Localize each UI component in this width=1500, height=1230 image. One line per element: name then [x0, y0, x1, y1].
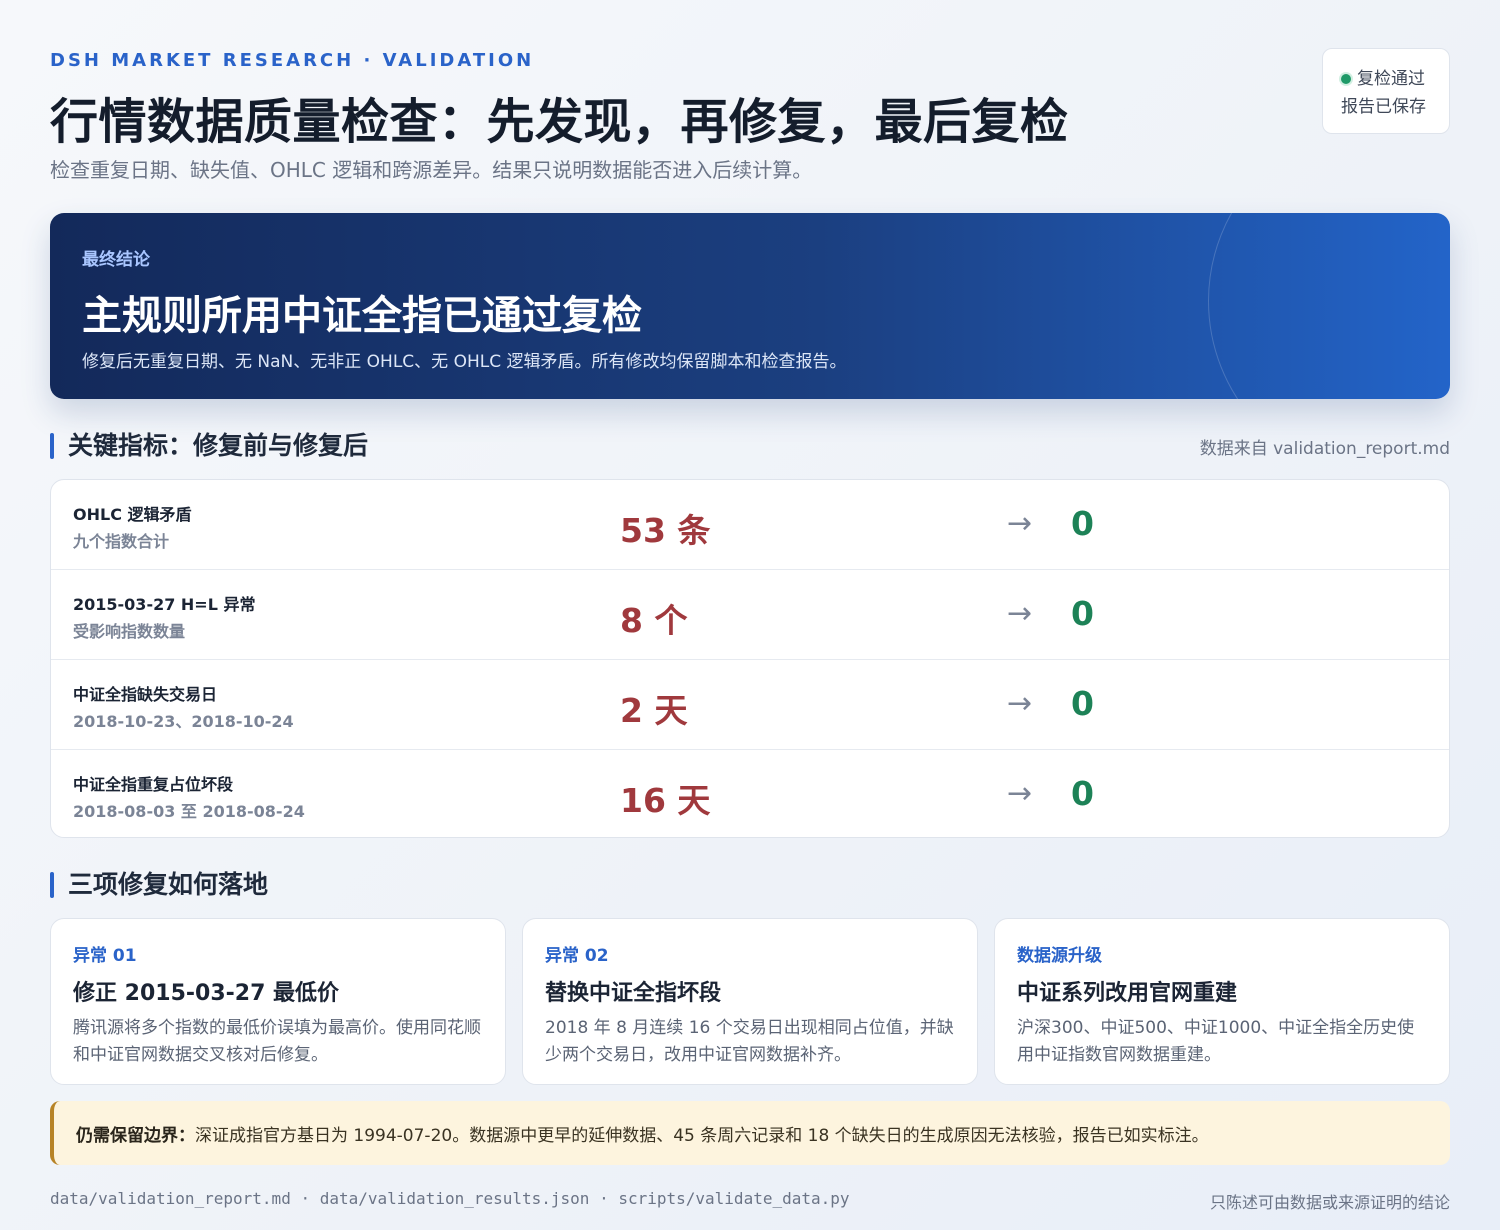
metric-row: OHLC 逻辑矛盾 九个指数合计 53 条 → 0 — [51, 480, 1449, 570]
status-dot-icon — [1341, 74, 1351, 84]
metric-after-value: 0 — [1071, 504, 1094, 543]
fix-tag: 数据源升级 — [1017, 946, 1102, 966]
validation-report-page: DSH MARKET RESEARCH · VALIDATION 行情数据质量检… — [50, 0, 1450, 1230]
status-saved-text: 报告已保存 — [1341, 97, 1426, 117]
metric-label: 中证全指缺失交易日 — [73, 685, 218, 704]
eyebrow: DSH MARKET RESEARCH · VALIDATION — [50, 50, 535, 71]
metric-row: 中证全指重复占位坏段 2018-08-03 至 2018-08-24 16 天 … — [51, 750, 1449, 837]
caution-callout: 仍需保留边界：深证成指官方基日为 1994-07-20。数据源中更早的延伸数据、… — [50, 1101, 1450, 1165]
fixes-heading: 三项修复如何落地 — [50, 870, 268, 900]
fix-card: 异常 01 修正 2015-03-27 最低价 腾讯源将多个指数的最低价误填为最… — [50, 918, 506, 1085]
fix-card: 数据源升级 中证系列改用官网重建 沪深300、中证500、中证1000、中证全指… — [994, 918, 1450, 1085]
metric-after-value: 0 — [1071, 774, 1094, 813]
caution-text: 深证成指官方基日为 1994-07-20。数据源中更早的延伸数据、45 条周六记… — [195, 1126, 1209, 1146]
fix-tag: 异常 02 — [545, 946, 609, 966]
fix-description: 腾讯源将多个指数的最低价误填为最高价。使用同花顺和中证官网数据交叉核对后修复。 — [73, 1018, 481, 1065]
fix-title: 中证系列改用官网重建 — [1017, 981, 1238, 1006]
status-line-passed: 复检通过 — [1341, 65, 1449, 93]
metric-row: 2015-03-27 H=L 异常 受影响指数数量 8 个 → 0 — [51, 570, 1449, 660]
metric-sublabel: 2018-10-23、2018-10-24 — [73, 712, 294, 731]
metric-before-value: 53 条 — [620, 511, 711, 550]
metric-after-value: 0 — [1071, 684, 1094, 723]
fix-title: 修正 2015-03-27 最低价 — [73, 981, 340, 1006]
conclusion-description: 修复后无重复日期、无 NaN、无非正 OHLC、无 OHLC 逻辑矛盾。所有修改… — [82, 352, 847, 372]
metric-label: 中证全指重复占位坏段 — [73, 775, 234, 794]
metrics-source-note: 数据来自 validation_report.md — [1199, 439, 1450, 459]
decorative-ring — [1208, 213, 1450, 399]
footer-file-list: data/validation_report.md · data/validat… — [50, 1189, 850, 1208]
metric-sublabel: 2018-08-03 至 2018-08-24 — [73, 802, 305, 821]
fix-description: 沪深300、中证500、中证1000、中证全指全历史使用中证指数官网数据重建。 — [1017, 1018, 1415, 1065]
metrics-table: OHLC 逻辑矛盾 九个指数合计 53 条 → 0 2015-03-27 H=L… — [50, 479, 1450, 838]
metric-row: 中证全指缺失交易日 2018-10-23、2018-10-24 2 天 → 0 — [51, 660, 1449, 750]
conclusion-kicker: 最终结论 — [82, 250, 150, 270]
metric-before-value: 2 天 — [620, 691, 688, 730]
metric-sublabel: 九个指数合计 — [73, 532, 170, 551]
arrow-right-icon: → — [1007, 506, 1033, 541]
metric-before-value: 16 天 — [620, 781, 711, 820]
metrics-heading: 关键指标：修复前与修复后 — [50, 431, 368, 461]
fix-card: 异常 02 替换中证全指坏段 2018 年 8 月连续 16 个交易日出现相同占… — [522, 918, 978, 1085]
page-subtitle: 检查重复日期、缺失值、OHLC 逻辑和跨源差异。结果只说明数据能否进入后续计算。 — [50, 158, 813, 182]
metric-before-value: 8 个 — [620, 601, 688, 640]
fix-description: 2018 年 8 月连续 16 个交易日出现相同占位值，并缺少两个交易日，改用中… — [545, 1018, 954, 1065]
status-card: 复检通过 报告已保存 — [1322, 48, 1450, 134]
caution-label: 仍需保留边界： — [76, 1126, 195, 1146]
fix-tag: 异常 01 — [73, 946, 137, 966]
conclusion-title: 主规则所用中证全指已通过复检 — [82, 293, 642, 339]
status-passed-text: 复检通过 — [1357, 69, 1425, 89]
arrow-right-icon: → — [1007, 776, 1033, 811]
footer-note: 只陈述可由数据或来源证明的结论 — [1209, 1193, 1450, 1212]
page-title: 行情数据质量检查：先发现，再修复，最后复检 — [50, 94, 1069, 150]
metric-sublabel: 受影响指数数量 — [73, 622, 186, 641]
conclusion-banner: 最终结论 主规则所用中证全指已通过复检 修复后无重复日期、无 NaN、无非正 O… — [50, 213, 1450, 399]
metric-after-value: 0 — [1071, 594, 1094, 633]
arrow-right-icon: → — [1007, 686, 1033, 721]
metric-label: 2015-03-27 H=L 异常 — [73, 595, 256, 614]
metric-label: OHLC 逻辑矛盾 — [73, 505, 192, 524]
arrow-right-icon: → — [1007, 596, 1033, 631]
fix-title: 替换中证全指坏段 — [545, 981, 722, 1006]
